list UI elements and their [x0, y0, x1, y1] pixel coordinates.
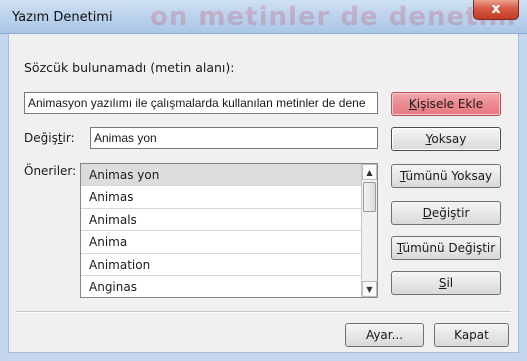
- not-found-label: Sözcük bulunamadı (metin alanı):: [24, 60, 235, 75]
- add-to-dictionary-button[interactable]: Kişisele Ekle: [391, 92, 501, 116]
- suggestions-scrollbar[interactable]: ▲ ▼: [361, 164, 377, 297]
- ignore-button[interactable]: Yoksay: [391, 127, 501, 151]
- window-frame-left: [0, 34, 8, 361]
- change-all-button[interactable]: Tümünü Değiştir: [391, 236, 501, 260]
- background-window-title: on metinler de denetim: [150, 2, 517, 32]
- footer-separator: [16, 311, 511, 313]
- suggestions-list[interactable]: Animas yon Animas Animals Anima Animatio…: [80, 163, 378, 298]
- delete-label-post: il: [446, 276, 454, 290]
- scroll-up-icon[interactable]: ▲: [362, 164, 377, 180]
- suggestion-item[interactable]: Animas: [81, 186, 362, 209]
- ignore-label-post: oksay: [431, 132, 467, 146]
- suggestion-item[interactable]: Anginas: [81, 276, 362, 297]
- suggestion-item[interactable]: Animals: [81, 209, 362, 232]
- scroll-thumb[interactable]: [363, 182, 376, 212]
- suggestion-item[interactable]: Animation: [81, 254, 362, 276]
- change-to-input[interactable]: Animas yon: [90, 127, 378, 149]
- scroll-down-icon[interactable]: ▼: [362, 281, 377, 297]
- title-bar: on metinler de denetim Yazım Denetimi x: [0, 0, 527, 34]
- ignore-all-button[interactable]: Tümünü Yoksay: [391, 164, 501, 188]
- change-to-label-suffix: ir:: [62, 131, 75, 145]
- options-button[interactable]: Ayar...: [345, 323, 424, 347]
- suggestion-item[interactable]: Animas yon: [81, 164, 362, 187]
- suggestions-label: Öneriler:: [24, 164, 77, 178]
- change-label-post: eğiştir: [431, 206, 470, 220]
- window-title: Yazım Denetimi: [12, 10, 113, 25]
- context-text-field[interactable]: Animasyon yazılımı ile çalışmalarda kull…: [24, 92, 378, 114]
- window-frame-bottom: [0, 353, 527, 361]
- change-to-label: Değiştir:: [24, 131, 75, 145]
- change-to-label-prefix: Değiş: [24, 131, 58, 145]
- suggestion-item[interactable]: Anima: [81, 231, 362, 254]
- close-button[interactable]: Kapat: [434, 323, 509, 347]
- delete-button[interactable]: Sil: [391, 271, 501, 295]
- change-all-label-post: ümünü Değiştir: [402, 241, 496, 255]
- change-label-accel: D: [422, 206, 432, 220]
- window-frame-right: [519, 34, 527, 361]
- close-window-button[interactable]: x: [473, 0, 519, 20]
- add-to-dictionary-label-accel: K: [408, 97, 417, 111]
- add-to-dictionary-label-post: işisele Ekle: [416, 97, 484, 111]
- change-button[interactable]: Değiştir: [391, 201, 501, 225]
- ignore-all-label-post: ümünü Yoksay: [405, 169, 493, 183]
